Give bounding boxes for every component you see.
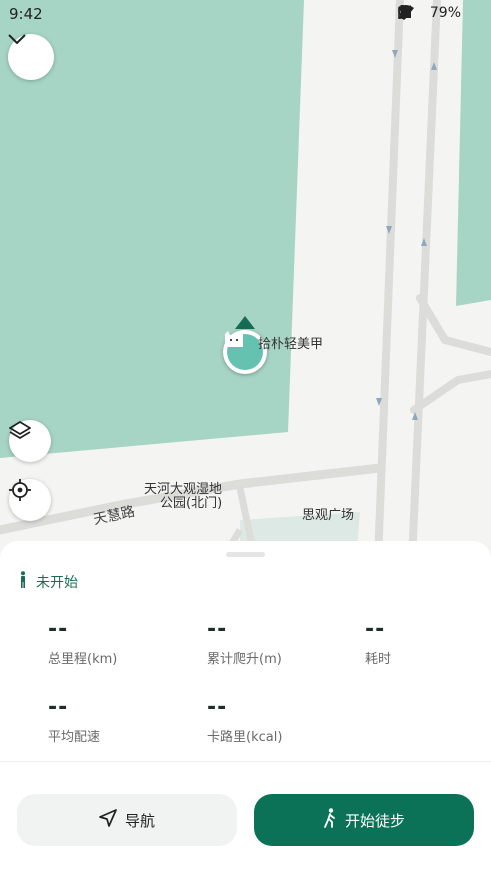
navigate-button-label: 导航 bbox=[124, 811, 155, 830]
start-hike-button-label: 开始徒步 bbox=[344, 811, 405, 830]
hiker-icon bbox=[323, 808, 337, 832]
stat-label: 卡路里(kcal) bbox=[207, 730, 283, 745]
battery-percent: 79% bbox=[429, 5, 461, 21]
stat-elevation: -- 累计爬升(m) bbox=[207, 617, 282, 667]
bottom-sheet: 未开始 -- 总里程(km) -- 累计爬升(m) -- 耗时 -- 平均配速 … bbox=[0, 541, 491, 873]
hike-status-label: 未开始 bbox=[36, 574, 78, 591]
navigation-arrow-icon bbox=[99, 809, 117, 831]
layers-button[interactable] bbox=[9, 420, 51, 462]
stat-value: -- bbox=[48, 617, 69, 642]
locate-button[interactable] bbox=[9, 479, 51, 521]
stat-value: -- bbox=[48, 695, 69, 720]
collapse-button[interactable] bbox=[8, 34, 54, 80]
stat-label: 总里程(km) bbox=[48, 652, 118, 667]
divider bbox=[0, 761, 491, 762]
status-time: 9:42 bbox=[9, 5, 43, 23]
stat-label: 耗时 bbox=[365, 652, 392, 667]
stat-value: -- bbox=[207, 695, 228, 720]
stat-label: 平均配速 bbox=[48, 730, 101, 745]
hike-status: 未开始 bbox=[18, 571, 78, 592]
poi-label-plaza: 思观广场 bbox=[302, 508, 355, 523]
navigate-button[interactable]: 导航 bbox=[17, 794, 237, 846]
stat-calories: -- 卡路里(kcal) bbox=[207, 695, 282, 745]
start-hike-button[interactable]: 开始徒步 bbox=[254, 794, 474, 846]
drag-handle[interactable] bbox=[226, 552, 265, 557]
stat-distance: -- 总里程(km) bbox=[48, 617, 117, 667]
stat-duration: -- 耗时 bbox=[365, 617, 391, 667]
poi-label-park-line2: 公园(北门) bbox=[160, 496, 223, 511]
stat-value: -- bbox=[365, 617, 386, 642]
stat-label: 累计爬升(m) bbox=[207, 652, 282, 667]
status-bar: 9:42 79% bbox=[0, 0, 491, 28]
map-canvas bbox=[0, 0, 491, 560]
map-view[interactable]: 9:42 79% 拾朴轻美甲 天河大观湿地 公园(北门) 思观广场 天慧路 bbox=[0, 0, 491, 560]
heading-arrow-icon bbox=[235, 316, 255, 329]
stat-pace: -- 平均配速 bbox=[48, 695, 100, 745]
walking-person-icon bbox=[18, 571, 28, 592]
poi-label-shop: 拾朴轻美甲 bbox=[258, 337, 324, 352]
park-area-right bbox=[456, 0, 491, 306]
stat-value: -- bbox=[207, 617, 228, 642]
